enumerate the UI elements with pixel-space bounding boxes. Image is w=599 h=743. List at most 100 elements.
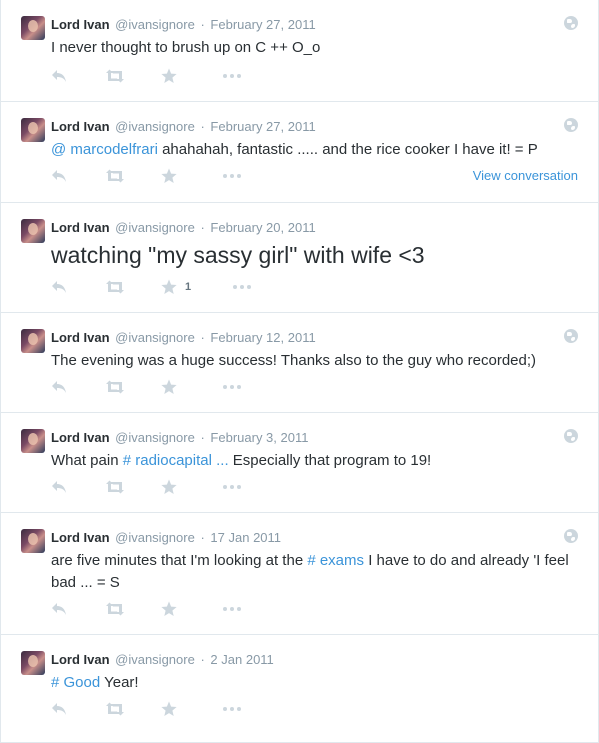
tweet-text: # Good Year!	[51, 672, 580, 694]
user-name[interactable]: Lord Ivan	[51, 330, 110, 345]
reply-button[interactable]	[51, 699, 105, 719]
more-button[interactable]	[223, 66, 253, 86]
globe-icon	[564, 329, 578, 343]
tweet-text: watching "my sassy girl" with wife <3	[51, 242, 425, 268]
avatar[interactable]	[21, 219, 45, 243]
reply-button[interactable]	[51, 66, 105, 86]
tweet[interactable]: Lord Ivan @ivansignore · 2 Jan 2011 # Go…	[1, 635, 598, 743]
favorite-button[interactable]	[161, 599, 223, 619]
tweet-text: @ marcodelfrari ahahahah, fantastic ....…	[51, 139, 580, 161]
favorite-button[interactable]	[161, 699, 223, 719]
user-handle[interactable]: @ivansignore	[115, 330, 195, 345]
retweet-button[interactable]	[105, 377, 161, 397]
tweet[interactable]: Lord Ivan @ivansignore · 17 Jan 2011 are…	[1, 513, 598, 635]
avatar[interactable]	[21, 16, 45, 40]
tweet[interactable]: Lord Ivan @ivansignore · February 27, 20…	[1, 102, 598, 203]
more-icon	[223, 385, 241, 389]
user-name[interactable]: Lord Ivan	[51, 17, 110, 32]
tweet-date[interactable]: February 3, 2011	[210, 430, 308, 445]
tweet-actions	[51, 477, 253, 497]
star-icon	[161, 279, 177, 294]
tweet[interactable]: Lord Ivan @ivansignore · February 12, 20…	[1, 313, 598, 413]
user-handle[interactable]: @ivansignore	[115, 530, 195, 545]
more-icon	[223, 607, 241, 611]
reply-icon	[52, 481, 66, 493]
favorite-button[interactable]	[161, 377, 223, 397]
hashtag-link[interactable]: # exams	[307, 552, 364, 569]
retweet-button[interactable]	[105, 277, 161, 297]
retweet-button[interactable]	[105, 477, 161, 497]
hashtag-link[interactable]: # radiocapital ...	[123, 452, 229, 469]
reply-button[interactable]	[51, 377, 105, 397]
more-button[interactable]	[223, 477, 253, 497]
tweet-date[interactable]: February 20, 2011	[210, 220, 315, 235]
globe-icon	[564, 429, 578, 443]
retweet-button[interactable]	[105, 66, 161, 86]
retweet-button[interactable]	[105, 599, 161, 619]
user-name[interactable]: Lord Ivan	[51, 119, 110, 134]
tweet-actions: 1	[51, 277, 263, 297]
retweet-icon	[106, 702, 124, 716]
user-name[interactable]: Lord Ivan	[51, 530, 110, 545]
more-icon	[223, 485, 241, 489]
tweet-actions	[51, 166, 253, 186]
more-button[interactable]	[223, 166, 253, 186]
tweet[interactable]: Lord Ivan @ivansignore · February 27, 20…	[1, 0, 598, 102]
retweet-icon	[106, 69, 124, 83]
more-button[interactable]	[223, 699, 253, 719]
favorite-count: 1	[185, 281, 192, 293]
tweet-date[interactable]: 17 Jan 2011	[210, 530, 281, 545]
user-handle[interactable]: @ivansignore	[115, 119, 195, 134]
view-conversation-link[interactable]: View conversation	[473, 168, 578, 183]
avatar[interactable]	[21, 651, 45, 675]
retweet-button[interactable]	[105, 166, 161, 186]
favorite-button[interactable]	[161, 166, 223, 186]
tweet-date[interactable]: 2 Jan 2011	[210, 652, 273, 667]
tweet-text-before: What pain	[51, 452, 123, 469]
mention-link[interactable]: @ marcodelfrari	[51, 141, 158, 158]
avatar[interactable]	[21, 329, 45, 353]
tweet-actions	[51, 699, 253, 719]
avatar[interactable]	[21, 529, 45, 553]
user-handle[interactable]: @ivansignore	[115, 17, 195, 32]
tweet-date[interactable]: February 27, 2011	[210, 119, 315, 134]
retweet-icon	[106, 480, 124, 494]
user-name[interactable]: Lord Ivan	[51, 220, 110, 235]
reply-button[interactable]	[51, 599, 105, 619]
timeline: Lord Ivan @ivansignore · February 27, 20…	[0, 0, 599, 743]
star-icon	[161, 701, 177, 716]
user-name[interactable]: Lord Ivan	[51, 430, 110, 445]
tweet-date[interactable]: February 27, 2011	[210, 17, 315, 32]
avatar[interactable]	[21, 429, 45, 453]
hashtag-link[interactable]: # Good	[51, 674, 100, 691]
more-button[interactable]	[223, 599, 253, 619]
user-handle[interactable]: @ivansignore	[115, 430, 195, 445]
favorite-button[interactable]	[161, 66, 223, 86]
favorite-button[interactable]	[161, 477, 223, 497]
reply-button[interactable]	[51, 477, 105, 497]
tweet[interactable]: Lord Ivan @ivansignore · February 20, 20…	[1, 203, 598, 313]
more-button[interactable]	[233, 277, 263, 297]
tweet-date[interactable]: February 12, 2011	[210, 330, 315, 345]
separator: ·	[200, 652, 205, 667]
user-handle[interactable]: @ivansignore	[115, 220, 195, 235]
globe-icon	[564, 16, 578, 30]
star-icon	[161, 601, 177, 616]
reply-button[interactable]	[51, 277, 105, 297]
retweet-button[interactable]	[105, 699, 161, 719]
favorite-button[interactable]: 1	[161, 277, 233, 297]
separator: ·	[200, 220, 205, 235]
tweet-actions	[51, 599, 253, 619]
avatar[interactable]	[21, 118, 45, 142]
tweet[interactable]: Lord Ivan @ivansignore · February 3, 201…	[1, 413, 598, 513]
reply-icon	[52, 603, 66, 615]
globe-icon	[564, 529, 578, 543]
reply-button[interactable]	[51, 166, 105, 186]
separator: ·	[200, 530, 205, 545]
user-name[interactable]: Lord Ivan	[51, 652, 110, 667]
more-button[interactable]	[223, 377, 253, 397]
user-handle[interactable]: @ivansignore	[115, 652, 195, 667]
tweet-header: Lord Ivan @ivansignore · February 27, 20…	[51, 119, 558, 135]
separator: ·	[200, 330, 205, 345]
star-icon	[161, 479, 177, 494]
